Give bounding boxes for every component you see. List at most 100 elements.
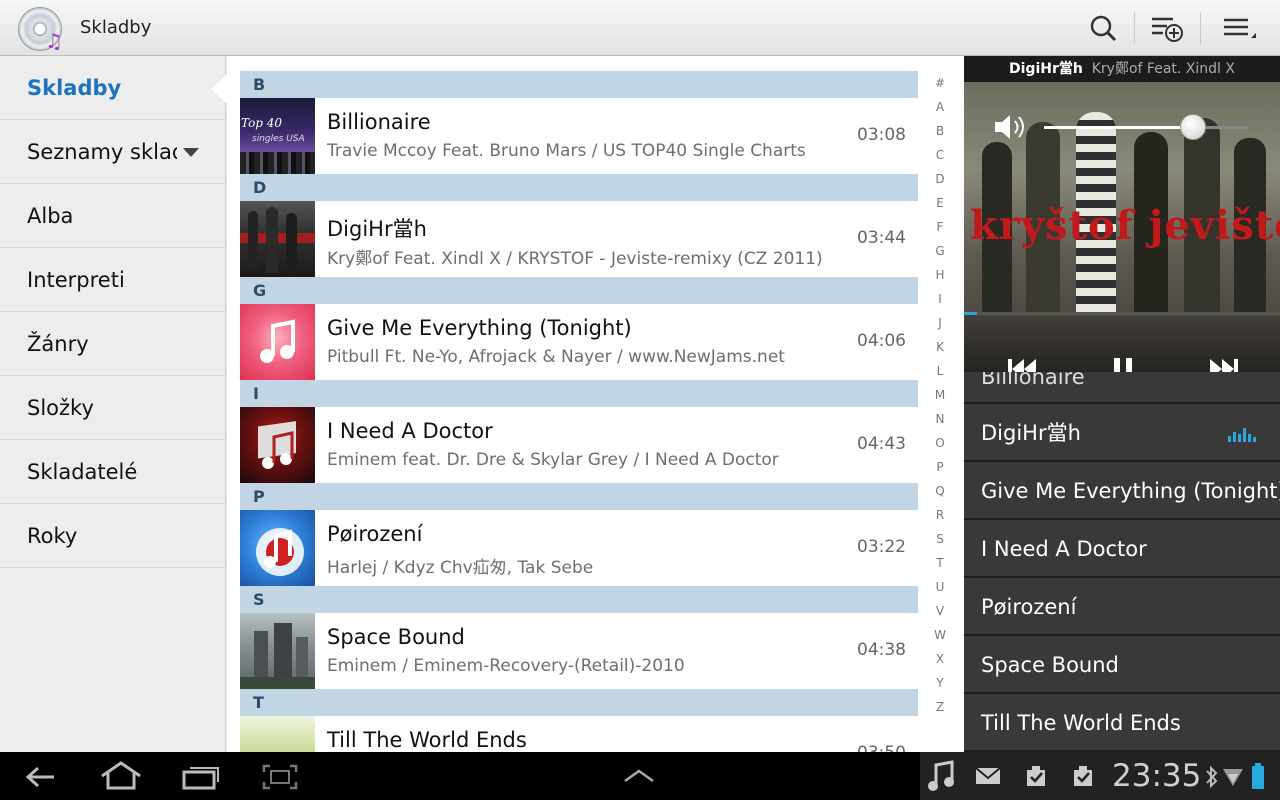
alphabet-index-letter[interactable]: N [929, 412, 951, 436]
recent-apps-icon[interactable] [180, 762, 222, 792]
queue-item-current[interactable]: DigiHr當h [964, 404, 1280, 462]
alphabet-index-letter[interactable]: # [929, 76, 951, 100]
alphabet-index-letter[interactable]: E [929, 196, 951, 220]
sidebar-item-years[interactable]: Roky [0, 504, 225, 568]
track-title: Pøirození [327, 522, 423, 546]
add-to-playlist-button[interactable] [1143, 8, 1189, 48]
now-playing-queue[interactable]: Billionaire DigiHr當h Give Me Everything … [964, 372, 1280, 752]
queue-item[interactable]: Billionaire [964, 372, 1280, 404]
alphabet-index-letter[interactable]: W [929, 628, 951, 652]
album-art [240, 613, 315, 689]
next-icon[interactable] [1208, 354, 1240, 372]
equalizer-icon [1228, 428, 1256, 442]
pause-icon[interactable] [1110, 354, 1136, 372]
alphabet-index-letter[interactable]: I [929, 292, 951, 316]
track-subtitle: Eminem feat. Dr. Dre & Skylar Grey / I N… [327, 450, 779, 470]
sidebar-item-genres[interactable]: Žánry [0, 312, 225, 376]
alphabet-index-letter[interactable]: H [929, 268, 951, 292]
track-subtitle: Harlej / Kdyz Chv疝匆, Tak Sebe [327, 558, 594, 578]
track-row[interactable]: Space Bound Eminem / Eminem-Recovery-(Re… [240, 613, 918, 689]
alphabet-index-letter[interactable]: O [929, 436, 951, 460]
queue-item[interactable]: Space Bound [964, 636, 1280, 694]
sidebar-item-playlists[interactable]: Seznamy skladeb [0, 120, 225, 184]
volume-slider[interactable] [1044, 114, 1248, 140]
action-bar: ♫ Skladby [0, 0, 1280, 56]
sidebar-item-albums[interactable]: Alba [0, 184, 225, 248]
alphabet-index-letter[interactable]: K [929, 340, 951, 364]
sidebar-item-label: Roky [27, 524, 78, 548]
album-art [240, 510, 315, 586]
library-sidebar: Skladby Seznamy skladeb Alba Interpreti … [0, 56, 226, 752]
alphabet-index-letter[interactable]: V [929, 604, 951, 628]
track-row[interactable]: I Need A Doctor Eminem feat. Dr. Dre & S… [240, 407, 918, 483]
sidebar-item-artists[interactable]: Interpreti [0, 248, 225, 312]
alphabet-index-letter[interactable]: R [929, 508, 951, 532]
queue-item[interactable]: Pøirození [964, 578, 1280, 636]
queue-item[interactable]: I Need A Doctor [964, 520, 1280, 578]
alphabet-index-letter[interactable]: Y [929, 676, 951, 700]
alphabet-index-letter[interactable]: U [929, 580, 951, 604]
alphabet-index-letter[interactable]: L [929, 364, 951, 388]
playback-controls [964, 312, 1280, 372]
sidebar-item-label: Alba [27, 204, 74, 228]
section-header: I [240, 380, 918, 407]
section-header: S [240, 586, 918, 613]
sidebar-item-composers[interactable]: Skladatelé [0, 440, 225, 504]
queue-item-label: DigiHr當h [981, 421, 1081, 445]
mail-icon [975, 767, 1001, 784]
track-title: Billionaire [327, 110, 431, 134]
queue-item[interactable]: Till The World Ends [964, 694, 1280, 752]
album-art [240, 201, 315, 277]
alphabet-index-letter[interactable]: Z [929, 700, 951, 724]
sidebar-item-folders[interactable]: Složky [0, 376, 225, 440]
alphabet-index-letter[interactable]: C [929, 148, 951, 172]
music-notification-icon [928, 760, 954, 791]
alphabet-index-letter[interactable]: T [929, 556, 951, 580]
track-row[interactable]: Till The World Ends 03:50 [240, 716, 918, 752]
sidebar-item-songs[interactable]: Skladby [0, 56, 225, 120]
back-icon[interactable] [22, 762, 62, 792]
track-subtitle: Pitbull Ft. Ne-Yo, Afrojack & Nayer / ww… [327, 347, 785, 367]
chevron-up-icon[interactable] [622, 768, 656, 784]
battery-icon [1252, 763, 1264, 789]
alphabet-index[interactable]: # A B C D E F G H I J K L M N O P Q R S T U V W X Y Z [929, 76, 951, 724]
alphabet-index-letter[interactable]: F [929, 220, 951, 244]
alphabet-index-letter[interactable]: B [929, 124, 951, 148]
alphabet-index-letter[interactable]: X [929, 652, 951, 676]
alphabet-index-letter[interactable]: A [929, 100, 951, 124]
album-art-title: Top 40 [241, 116, 283, 130]
alphabet-index-letter[interactable]: D [929, 172, 951, 196]
queue-item[interactable]: Give Me Everything (Tonight) [964, 462, 1280, 520]
track-duration: 03:44 [857, 228, 906, 248]
screenshot-icon[interactable] [260, 762, 300, 792]
progress-fill [964, 312, 977, 315]
music-app-icon[interactable]: ♫ [18, 7, 63, 52]
track-row[interactable]: Give Me Everything (Tonight) Pitbull Ft.… [240, 304, 918, 380]
track-row[interactable]: DigiHr當h Kry鄭of Feat. Xindl X / KRYSTOF … [240, 201, 918, 277]
alphabet-index-letter[interactable]: S [929, 532, 951, 556]
track-duration: 03:08 [857, 125, 906, 145]
queue-item-label: I Need A Doctor [981, 537, 1147, 561]
track-subtitle: Eminem / Eminem-Recovery-(Retail)-2010 [327, 656, 685, 676]
track-duration: 04:43 [857, 434, 906, 454]
volume-fill [1044, 126, 1193, 129]
previous-icon[interactable] [1006, 354, 1038, 372]
alphabet-index-letter[interactable]: Q [929, 484, 951, 508]
alphabet-index-letter[interactable]: M [929, 388, 951, 412]
alphabet-index-letter[interactable]: J [929, 316, 951, 340]
now-playing-header: DigiHr當h Kry鄭of Feat. Xindl X [964, 56, 1280, 82]
volume-slider-handle[interactable] [1179, 114, 1206, 140]
playback-progress[interactable] [964, 312, 1280, 315]
overflow-menu-button[interactable] [1218, 8, 1264, 48]
track-row[interactable]: Pøirození Harlej / Kdyz Chv疝匆, Tak Sebe … [240, 510, 918, 586]
alphabet-index-letter[interactable]: P [929, 460, 951, 484]
home-icon[interactable] [98, 760, 144, 792]
queue-item-label: Pøirození [981, 595, 1077, 619]
search-icon [1090, 15, 1117, 42]
track-row[interactable]: Top 40 singles USA Billionaire Travie Mc… [240, 98, 918, 174]
alphabet-index-letter[interactable]: G [929, 244, 951, 268]
album-art-subtitle: singles USA [252, 134, 305, 144]
volume-icon[interactable] [992, 112, 1028, 142]
search-button[interactable] [1080, 8, 1126, 48]
track-list[interactable]: B Top 40 singles USA Billionaire Travie … [227, 56, 964, 752]
